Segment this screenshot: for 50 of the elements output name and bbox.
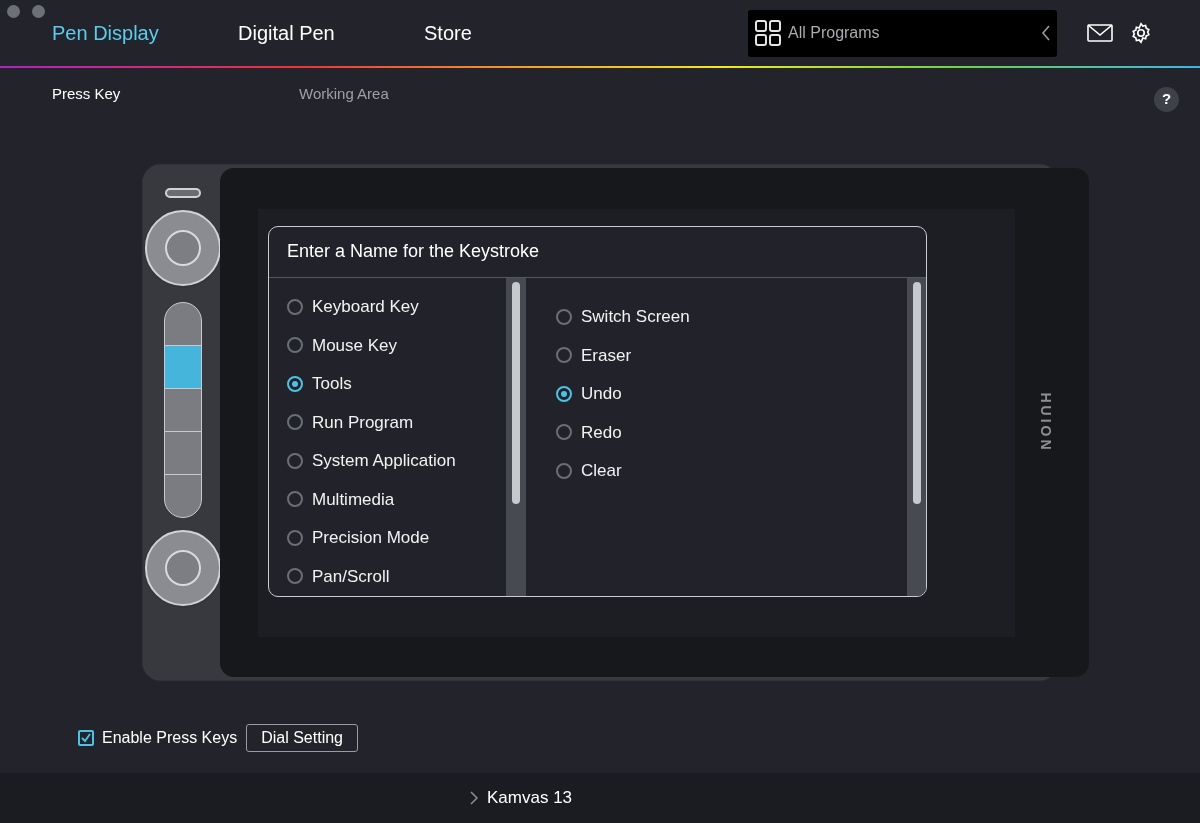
option-label: Clear — [581, 460, 622, 482]
dialog-title: Enter a Name for the Keystroke — [269, 226, 926, 278]
radio-button[interactable] — [287, 452, 303, 469]
radio-button[interactable] — [287, 298, 303, 315]
radio-button[interactable] — [287, 491, 303, 508]
express-key[interactable] — [164, 302, 202, 346]
dial-setting-button[interactable]: Dial Setting — [246, 724, 358, 752]
option-label: Mouse Key — [312, 334, 398, 357]
radio-button[interactable] — [287, 375, 303, 392]
settings-icon[interactable] — [1130, 22, 1152, 44]
scrollbar-thumb[interactable] — [512, 281, 520, 504]
radio-button[interactable] — [556, 308, 572, 325]
nav-tab[interactable]: Digital Pen — [238, 18, 424, 48]
chevron-right-icon[interactable] — [470, 791, 478, 805]
radio-button[interactable] — [556, 462, 572, 479]
program-selector[interactable]: All Programs — [748, 9, 1057, 57]
device-name: Kamvas 13 — [487, 787, 573, 810]
option-label: Eraser — [581, 344, 632, 367]
option-label: Switch Screen — [581, 306, 690, 328]
brand-logo: HUION — [1036, 392, 1055, 453]
radio-button[interactable] — [556, 385, 572, 402]
radio-button[interactable] — [287, 337, 303, 354]
checkbox[interactable] — [78, 730, 94, 746]
scrollbar-thumb[interactable] — [912, 281, 921, 504]
option-label: Undo — [581, 383, 622, 405]
option-label: Precision Mode — [312, 527, 430, 549]
chevron-left-icon — [1041, 25, 1051, 41]
sub-tab[interactable]: Working Area — [299, 82, 546, 106]
option-label: Keyboard Key — [312, 296, 419, 318]
express-key[interactable] — [164, 474, 202, 518]
sub-tab[interactable]: Press Key — [52, 82, 299, 106]
mail-icon[interactable] — [1087, 24, 1113, 42]
grid-icon — [754, 19, 782, 47]
nav-tab[interactable]: Store — [424, 18, 610, 48]
help-button[interactable]: ? — [1154, 87, 1179, 112]
program-label: All Programs — [788, 23, 881, 43]
radio-button[interactable] — [287, 529, 303, 546]
option-label: Run Program — [312, 411, 414, 434]
radio-button[interactable] — [287, 414, 303, 431]
radio-button[interactable] — [556, 424, 572, 441]
option-label: Redo — [581, 421, 622, 444]
checkbox-label: Enable Press Keys — [102, 728, 238, 748]
option-label: Pan/Scroll — [312, 565, 390, 588]
option-label: Tools — [312, 373, 352, 395]
option-label: Multimedia — [312, 488, 395, 511]
radio-button[interactable] — [556, 347, 572, 364]
nav-tab[interactable]: Pen Display — [52, 18, 238, 48]
radio-button[interactable] — [287, 568, 303, 585]
indicator-icon — [165, 188, 201, 198]
option-label: System Application — [312, 450, 456, 472]
